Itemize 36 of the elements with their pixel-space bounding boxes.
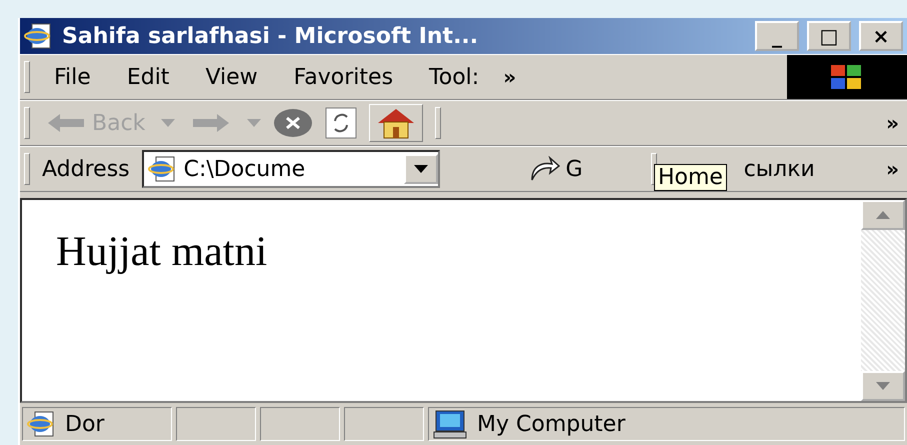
more-chevron[interactable]: » <box>886 111 899 135</box>
more-chevron[interactable]: » <box>503 65 516 89</box>
status-text: Dor <box>65 412 104 436</box>
up-arrow-icon <box>876 211 890 219</box>
close-button[interactable]: × <box>859 21 903 51</box>
scrollbar[interactable] <box>861 200 905 401</box>
maximize-button[interactable]: □ <box>807 21 851 51</box>
scroll-down-button[interactable] <box>861 371 905 401</box>
stop-icon[interactable] <box>273 108 314 138</box>
minimize-button[interactable]: _ <box>755 21 799 51</box>
back-arrow-icon <box>46 112 86 134</box>
menu-item[interactable]: View <box>193 64 270 90</box>
zone-text: My Computer <box>477 412 626 436</box>
links-label[interactable]: сылки <box>744 156 815 182</box>
menu-item[interactable]: Tool: <box>417 64 492 90</box>
forward-arrow-icon <box>191 112 232 134</box>
home-icon <box>376 107 416 139</box>
menu-item[interactable]: Edit <box>114 64 182 90</box>
caret-icon <box>876 382 890 390</box>
caret-icon <box>161 119 176 127</box>
go-button[interactable]: G <box>524 156 587 182</box>
scroll-up-button[interactable] <box>861 200 905 230</box>
computer-icon <box>433 409 469 439</box>
document-text: Hujjat matni <box>56 228 268 276</box>
window-title: Sahifa sarlafhasi - Microsoft Int... <box>62 24 480 48</box>
address-label: Address <box>42 156 130 182</box>
menu-item[interactable]: File <box>42 64 103 90</box>
home-button[interactable] <box>369 104 424 142</box>
caret-icon <box>414 165 428 173</box>
more-chevron[interactable]: » <box>886 157 899 181</box>
menu-item[interactable]: Favorites <box>282 64 406 90</box>
caret-icon <box>247 119 262 127</box>
tooltip: Home <box>654 164 727 191</box>
dropdown-button[interactable] <box>404 154 438 184</box>
refresh-icon[interactable] <box>325 107 358 139</box>
address-field[interactable]: C:\Docume <box>142 150 440 188</box>
